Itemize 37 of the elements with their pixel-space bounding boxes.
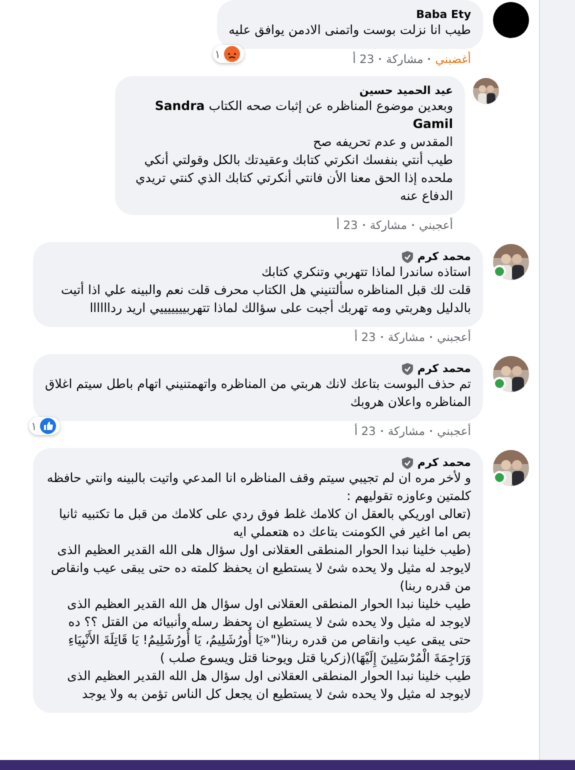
- avatar[interactable]: [493, 2, 529, 38]
- like-link[interactable]: أعجبني: [436, 424, 471, 438]
- comment-time[interactable]: 23 أ: [354, 424, 376, 438]
- share-link[interactable]: مشاركة: [370, 218, 407, 232]
- comment-text: استاذه ساندرا لماذا تتهربي وتنكري كتابك: [260, 263, 471, 281]
- angry-emoji-icon: [224, 46, 240, 62]
- like-link[interactable]: أغضبني: [435, 52, 471, 66]
- like-link[interactable]: أعجبني: [436, 330, 471, 344]
- comment-text: قلت لك قبل المناظره سألتنيني هل الكتاب محرف قلت نعم والبينه علي اذا أتيت بالدليل وهربتي ومه تهربك أجبت على سؤالك لماذا تتهربيييييييي اريد رداااااا: [60, 281, 471, 317]
- comment-text: (تعالى اوريكي بالعقل ان كلامك غلط فوق ردي على كلامك من قبل ما تكتبيه ثانيا بص اما اغير في الكومنت بتاعك ده هتعملي ايه: [58, 505, 471, 541]
- author-name[interactable]: عيد الحميد حسين: [359, 84, 453, 97]
- comment-text: طيب انا نزلت بوست واتمنى الادمن يوافق عليه: [228, 21, 471, 39]
- reaction-badge[interactable]: ١: [29, 417, 60, 435]
- avatar[interactable]: [493, 244, 529, 280]
- comment-text: طيب أنتي بنفسك انكرتي كتابك وعقيدتك بالكل وقولتي أنكي ملحده إذا الحق معنا الأن فانتي أنكرتي كتابك الذي كنتي تريدي الدفاع عنه: [134, 151, 453, 205]
- share-link[interactable]: مشاركة: [386, 52, 424, 66]
- comment-text: تم حذف البوست بتاعك لانك هربتي من المناظره واتهمتنيني اتهام باطل سيتم اغلاق المناظره واعلان هروبك: [45, 375, 471, 411]
- comment-text: (طيب خلينا نبدا الحوار المنطقى العقلانى اول سؤال هلى الله القدير العظيم الذى لايوجد له مثيل ولا يحده شئ لا يستطيع ان يحفظ كلمته ده حتى يبقى عيب وانقاص من قدره ربنا): [50, 541, 471, 595]
- comment-time[interactable]: 23 أ: [354, 330, 376, 344]
- reaction-badge[interactable]: ١: [212, 45, 244, 63]
- avatar[interactable]: [473, 78, 499, 104]
- comment-text: طيب خلينا نبدا الحوار المنطقى العقلانى اول سؤال هل الله القدير العظيم الذى لايوجد له مثيل ولا يحده شئ لا يستطيع ان يحفظ رسله وأنبيائه من القتل ؟؟ ده حتى يبقى عيب وانقاص من قدره ربنا("«يَا أُورُشَلِيمُ، يَا أُورُشَلِيمُ! يَا قَاتِلَةَ الأَنْبِيَاءِ وَرَاجِمَةَ الْمُرْسَلِينَ إِلَيْهَا)(زكريا قتل ويوحنا قتل ويسوع صلب ): [45, 595, 471, 667]
- comment-time[interactable]: 23 أ: [336, 218, 358, 232]
- share-link[interactable]: مشاركة: [388, 424, 425, 438]
- comment-text: المقدس و عدم تحريفه صح: [312, 133, 453, 151]
- comment-time[interactable]: 23 أ: [352, 52, 374, 66]
- thumbs-up-icon: [40, 418, 56, 434]
- avatar[interactable]: [493, 356, 529, 392]
- comment-text: و لأخر مره ان لم تجيبي سيتم وقف المناظره انا المدعي واتيت بالبينه وانتي حافظه كلمتين وعاوزه تقوليهم :: [46, 469, 471, 505]
- comment-text: طيب خلينا نبدا الحوار المنطقى العقلانى اول سؤال هل الله القدير العظيم الذى لايوجد له مثيل ولا يحده شئ لا يستطيع ان يجعل كل الناس تؤمن به ولا يوجد: [66, 668, 471, 703]
- share-link[interactable]: مشاركة: [388, 330, 425, 344]
- author-name[interactable]: Baba Ety: [416, 8, 471, 21]
- avatar[interactable]: [493, 450, 529, 486]
- author-name[interactable]: محمد كرم: [417, 456, 471, 469]
- author-name[interactable]: محمد كرم: [417, 250, 471, 263]
- author-name[interactable]: محمد كرم: [417, 362, 471, 375]
- like-link[interactable]: أعجبني: [418, 218, 453, 232]
